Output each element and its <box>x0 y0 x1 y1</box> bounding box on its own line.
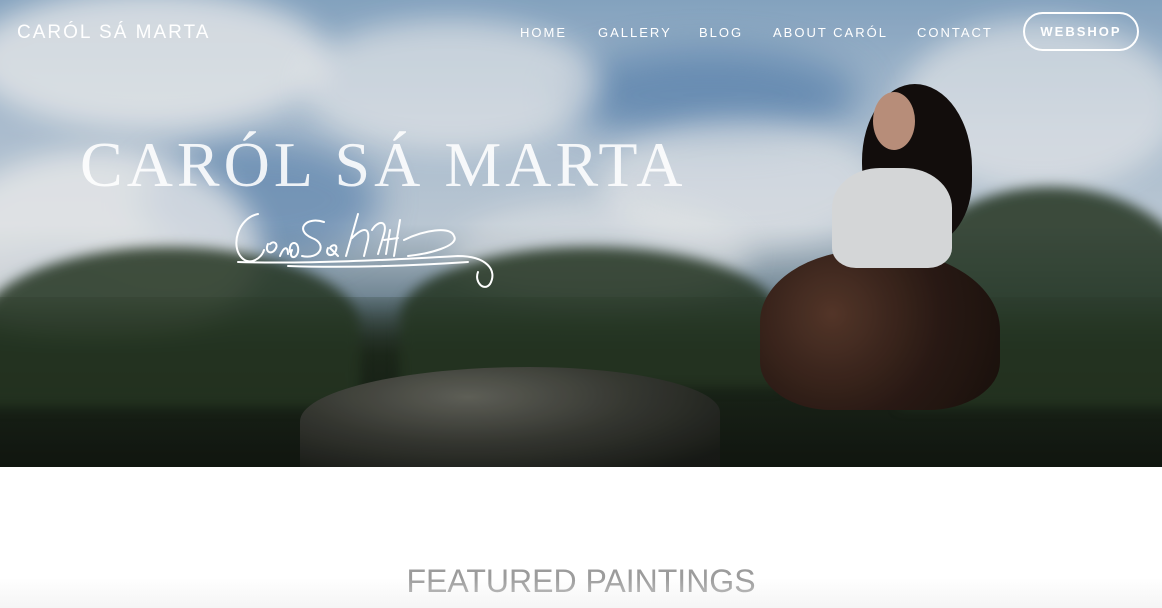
nav-item-gallery[interactable]: GALLERY <box>598 25 672 40</box>
main-nav: HOME GALLERY BLOG ABOUT CARÓL CONTACT <box>0 25 1162 45</box>
nav-item-home[interactable]: HOME <box>520 25 567 40</box>
hero-title: CARÓL SÁ MARTA <box>80 129 687 200</box>
nav-item-blog[interactable]: BLOG <box>699 25 743 40</box>
signature-image <box>235 213 494 288</box>
webshop-button[interactable]: WEBSHOP <box>1023 12 1139 51</box>
nav-item-about[interactable]: ABOUT CARÓL <box>773 25 888 40</box>
hero-banner: CARÓL SÁ MARTA <box>0 0 1162 467</box>
section-divider <box>0 578 1162 608</box>
nav-item-contact[interactable]: CONTACT <box>917 25 993 40</box>
